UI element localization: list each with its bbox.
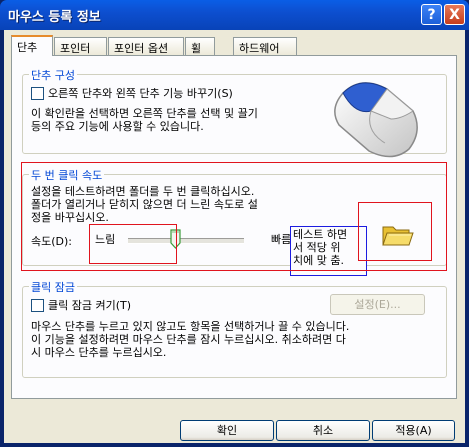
checkbox-box[interactable] <box>31 86 44 100</box>
window-title: 마우스 등록 정보 <box>8 10 101 25</box>
ok-button[interactable]: 확인 <box>180 420 274 441</box>
click-lock-settings-button[interactable]: 설정(E)... <box>330 294 425 315</box>
tab-panel: 단추 구성 오른쪽 단추와 왼쪽 단추 기능 바꾸기(S) 이 확인란을 선택하… <box>11 55 457 399</box>
tab-pointers[interactable]: 포인터 <box>54 37 107 55</box>
button-config-description: 이 확인란을 선택하면 오른쪽 단추를 선택 및 끌기 등의 주요 기능에 사용… <box>31 107 258 133</box>
apply-button[interactable]: 적용(A) <box>372 420 455 441</box>
swap-buttons-label: 오른쪽 단추와 왼쪽 단추 기능 바꾸기(S) <box>48 87 233 100</box>
swap-buttons-checkbox[interactable]: 오른쪽 단추와 왼쪽 단추 기능 바꾸기(S) <box>31 85 233 101</box>
button-config-title: 단추 구성 <box>29 67 77 83</box>
tab-hardware[interactable]: 하드웨어 <box>233 37 297 55</box>
click-lock-title: 클릭 잠금 <box>29 279 77 295</box>
annotation-frame-folder <box>358 202 432 261</box>
dialog-body: 단추 포인터 포인터 옵션 휠 하드웨어 단추 구성 오른쪽 단추와 왼쪽 단추… <box>4 30 465 443</box>
click-lock-label: 클릭 잠금 켜기(T) <box>48 299 132 312</box>
mouse-left-button-icon <box>334 82 418 158</box>
tab-buttons[interactable]: 단추 <box>11 35 53 56</box>
help-button[interactable]: ? <box>421 4 442 25</box>
cancel-button[interactable]: 취소 <box>276 420 370 441</box>
click-lock-checkbox[interactable]: 클릭 잠금 켜기(T) <box>31 297 131 313</box>
annotation-frame-slider <box>89 224 177 264</box>
button-config-group: 단추 구성 오른쪽 단추와 왼쪽 단추 기능 바꾸기(S) 이 확인란을 선택하… <box>22 67 447 158</box>
tab-wheel[interactable]: 휠 <box>185 37 215 55</box>
click-lock-group: 클릭 잠금 클릭 잠금 켜기(T) 설정(E)... 마우스 단추를 누르고 있… <box>22 279 447 378</box>
click-lock-description: 마우스 단추를 누르고 있지 않고도 항목을 선택하거나 끌 수 있습니다. 이… <box>31 320 350 359</box>
checkbox-box[interactable] <box>31 298 44 312</box>
close-button[interactable]: X <box>444 4 465 25</box>
tab-pointer-options[interactable]: 포인터 옵션 <box>108 37 184 55</box>
mouse-properties-window: 마우스 등록 정보 ? X 단추 포인터 포인터 옵션 휠 하드웨어 단추 구성… <box>0 0 469 447</box>
title-bar[interactable]: 마우스 등록 정보 ? X <box>0 0 469 30</box>
